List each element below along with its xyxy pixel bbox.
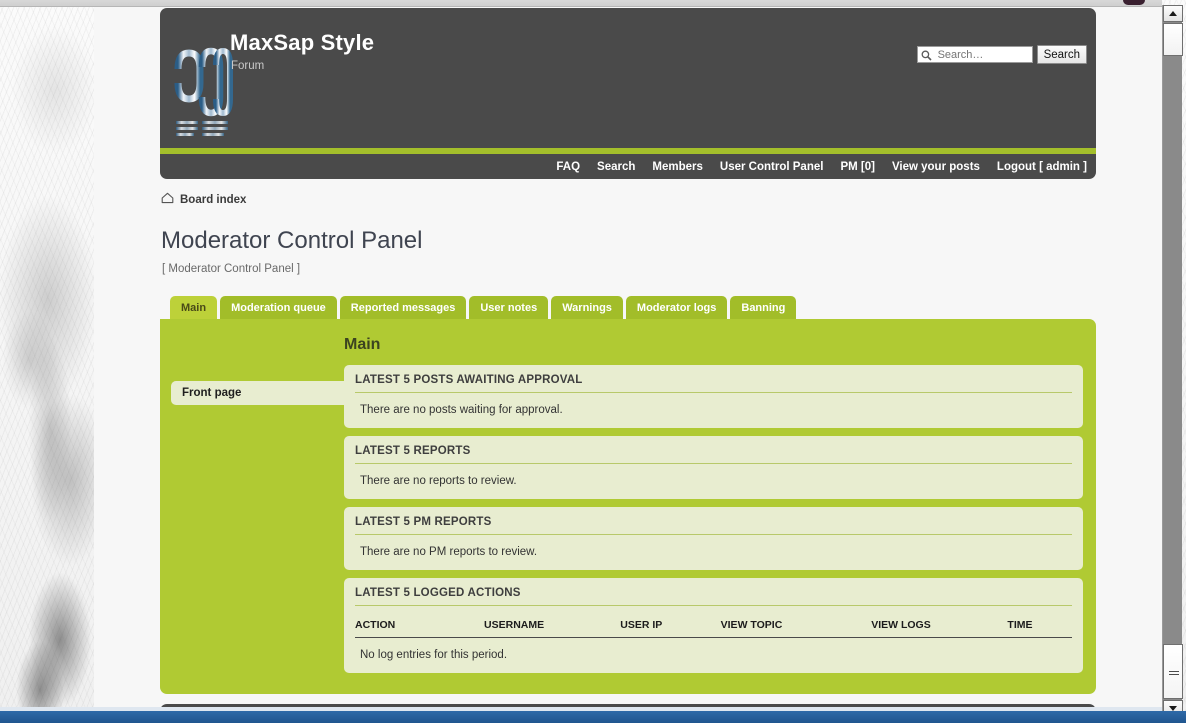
table-header-row: Action Username User IP View topic View … — [355, 615, 1072, 638]
page-wrapper: MaxSap Style Forum Search FAQ Search — [160, 7, 1096, 707]
main-navigation: FAQ Search Members User Control Panel PM… — [160, 154, 1096, 179]
column-view-topic: View topic — [721, 615, 872, 638]
sidebar-item-front-page[interactable]: Front page — [171, 381, 344, 405]
tab-moderator-logs[interactable]: Moderator logs — [626, 296, 727, 319]
tab-warnings[interactable]: Warnings — [551, 296, 623, 319]
mcp-tabs: Main Moderation queue Reported messages … — [160, 296, 1096, 319]
breadcrumb-board-index[interactable]: Board index — [180, 194, 246, 206]
search-input[interactable] — [936, 48, 1030, 62]
column-action: Action — [355, 615, 484, 638]
panel-latest-reports: Latest 5 reports There are no reports to… — [344, 436, 1083, 499]
mcp-content-panel: Front page Main Latest 5 posts awaiting … — [160, 319, 1096, 694]
empty-message: No log entries for this period. — [355, 638, 1072, 662]
mcp-main-heading: Main — [344, 336, 1083, 354]
column-user-ip: User IP — [620, 615, 720, 638]
scrollbar-thumb-lower[interactable] — [1163, 644, 1183, 699]
search-button[interactable]: Search — [1037, 45, 1087, 64]
nav-item-search[interactable]: Search — [597, 161, 635, 173]
site-header: MaxSap Style Forum Search — [160, 8, 1096, 154]
site-description: Forum — [231, 60, 264, 72]
panel-heading: Latest 5 logged actions — [355, 587, 1072, 606]
tab-reported-messages[interactable]: Reported messages — [340, 296, 467, 319]
panel-heading: Latest 5 PM reports — [355, 516, 1072, 535]
tab-moderation-queue[interactable]: Moderation queue — [220, 296, 337, 319]
home-icon — [161, 192, 174, 207]
panel-message: There are no posts waiting for approval. — [360, 404, 1072, 416]
nav-item-private-messages[interactable]: PM [0] — [840, 161, 875, 173]
mcp-main-column: Main Latest 5 posts awaiting approval Th… — [344, 332, 1083, 681]
desktop-texture-left — [0, 0, 94, 723]
logged-actions-table: Action Username User IP View topic View … — [355, 615, 1072, 661]
scroll-up-button[interactable] — [1163, 5, 1183, 22]
page-subtitle: [ Moderator Control Panel ] — [160, 263, 1096, 275]
nav-item-faq[interactable]: FAQ — [556, 161, 580, 173]
panel-latest-logged-actions: Latest 5 logged actions Action Username … — [344, 578, 1083, 673]
breadcrumb: Board index — [160, 192, 1096, 207]
browser-tab-stub[interactable] — [1123, 0, 1145, 5]
panel-heading: Latest 5 reports — [355, 445, 1072, 464]
scroll-up-icon — [1169, 11, 1177, 16]
panel-heading: Latest 5 posts awaiting approval — [355, 374, 1072, 393]
phpbb-logo[interactable] — [168, 9, 234, 153]
panel-message: There are no PM reports to review. — [360, 546, 1072, 558]
nav-item-logout[interactable]: Logout [ admin ] — [997, 161, 1087, 173]
nav-item-user-control-panel[interactable]: User Control Panel — [720, 161, 824, 173]
tab-banning[interactable]: Banning — [730, 296, 796, 319]
forum-page: MaxSap Style Forum Search FAQ Search — [94, 7, 1162, 707]
panel-posts-awaiting-approval: Latest 5 posts awaiting approval There a… — [344, 365, 1083, 428]
panel-message: There are no reports to review. — [360, 475, 1072, 487]
mcp-sidebar: Front page — [160, 332, 344, 681]
column-time: Time — [1007, 615, 1072, 638]
column-username: Username — [484, 615, 620, 638]
search-field-wrapper[interactable] — [917, 46, 1033, 63]
site-title: MaxSap Style — [230, 30, 374, 56]
panel-latest-pm-reports: Latest 5 PM reports There are no PM repo… — [344, 507, 1083, 570]
table-empty-row: No log entries for this period. — [355, 638, 1072, 662]
search-icon — [921, 50, 932, 64]
scrollbar-thumb-upper[interactable] — [1163, 23, 1183, 56]
page-title: Moderator Control Panel — [160, 227, 1096, 255]
tab-main[interactable]: Main — [170, 296, 217, 319]
tab-user-notes[interactable]: User notes — [469, 296, 548, 319]
browser-chrome-top — [0, 0, 1162, 7]
vertical-scrollbar[interactable] — [1162, 5, 1182, 717]
taskbar — [0, 711, 1186, 723]
header-search: Search — [917, 45, 1087, 64]
nav-item-members[interactable]: Members — [652, 161, 703, 173]
column-view-logs: View logs — [871, 615, 1007, 638]
nav-item-view-your-posts[interactable]: View your posts — [892, 161, 980, 173]
